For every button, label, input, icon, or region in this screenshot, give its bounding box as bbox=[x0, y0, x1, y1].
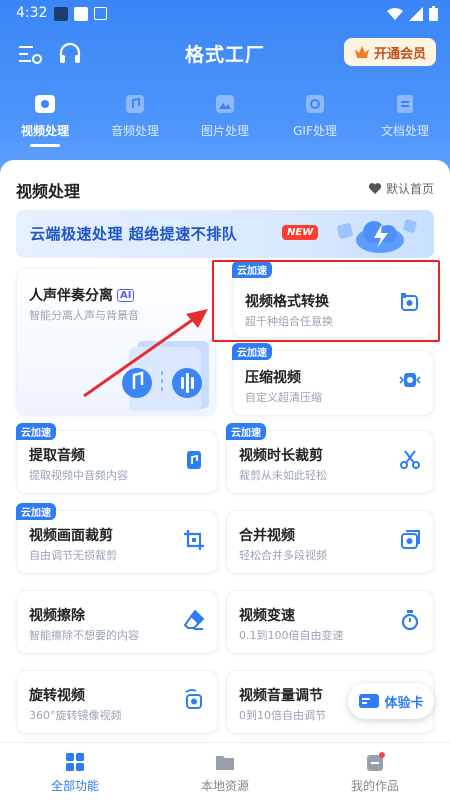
audio-icon bbox=[126, 95, 144, 113]
tab-label: 视频处理 bbox=[20, 124, 69, 138]
tool-card-rotate[interactable]: 旋转视频 360°旋转镜像视频 bbox=[16, 670, 218, 734]
tab-document[interactable]: 文档处理 bbox=[360, 92, 450, 139]
notification-icon bbox=[54, 7, 68, 21]
tool-title: 视频画面裁剪 bbox=[29, 528, 113, 544]
status-time: 4:32 bbox=[16, 5, 48, 21]
tab-label: 文档处理 bbox=[380, 124, 429, 138]
nav-my-works[interactable]: 我的作品 bbox=[300, 751, 450, 794]
highlight-box bbox=[212, 260, 440, 342]
video-icon bbox=[35, 95, 55, 113]
trial-card-button[interactable]: 体验卡 bbox=[348, 683, 434, 719]
vip-button-label: 开通会员 bbox=[373, 46, 426, 62]
nav-all-features[interactable]: 全部功能 bbox=[0, 751, 150, 794]
tool-title: 旋转视频 bbox=[29, 688, 85, 704]
battery-icon bbox=[429, 6, 438, 21]
compress-icon bbox=[399, 373, 421, 387]
app-notification-icon bbox=[94, 7, 107, 20]
section-title: 视频处理 bbox=[16, 182, 81, 201]
cloud-accel-badge: 云加速 bbox=[16, 423, 56, 440]
gif-icon bbox=[306, 95, 324, 113]
image-icon bbox=[216, 95, 234, 113]
crown-icon bbox=[354, 46, 369, 58]
status-bar: 4:32 bbox=[0, 0, 450, 28]
tool-title: 视频变速 bbox=[239, 608, 295, 624]
trial-card-label: 体验卡 bbox=[384, 695, 424, 711]
rotate-video-icon bbox=[185, 689, 202, 709]
cloud-promo-banner[interactable]: 云端极速处理 超绝提速不排队 NEW bbox=[16, 210, 434, 258]
vip-button[interactable]: 开通会员 bbox=[343, 38, 436, 66]
folder-icon bbox=[216, 756, 234, 770]
tool-subtitle: 0到10倍自由调节 bbox=[239, 709, 326, 722]
category-tabs: 视频处理 音频处理 图片处理 GIF处理 文档处理 bbox=[0, 92, 450, 152]
stopwatch-icon bbox=[401, 610, 419, 631]
scissors-icon bbox=[400, 450, 420, 469]
document-icon bbox=[397, 95, 413, 113]
crop-icon bbox=[184, 530, 204, 550]
merge-video-icon bbox=[401, 530, 420, 549]
wifi-icon bbox=[387, 7, 403, 20]
notification-icon bbox=[74, 7, 88, 21]
cloud-accel-badge: 云加速 bbox=[16, 503, 56, 520]
tool-card-trim-duration[interactable]: 云加速 视频时长裁剪 裁剪从未如此轻松 bbox=[226, 423, 434, 494]
cloud-accel-badge: 云加速 bbox=[226, 423, 266, 440]
tool-subtitle: 提取视频中音频内容 bbox=[29, 469, 128, 482]
tool-subtitle: 0.1到100倍自由变速 bbox=[239, 629, 344, 642]
heart-icon bbox=[368, 183, 382, 194]
tab-video[interactable]: 视频处理 bbox=[0, 92, 90, 147]
tab-label: GIF处理 bbox=[293, 124, 337, 138]
tab-label: 音频处理 bbox=[110, 124, 159, 138]
tool-subtitle: 裁剪从未如此轻松 bbox=[239, 469, 327, 482]
tool-title: 视频音量调节 bbox=[239, 688, 323, 704]
tab-label: 图片处理 bbox=[200, 124, 249, 138]
tool-subtitle: 自定义超清压缩 bbox=[245, 391, 322, 404]
banner-text: 云端极速处理 超绝提速不排队 bbox=[30, 225, 238, 243]
bottom-navigation: 全部功能 本地资源 我的作品 bbox=[0, 742, 450, 800]
app-toolbar: 格式工厂 开通会员 bbox=[0, 32, 450, 76]
signal-icon bbox=[409, 6, 423, 21]
cloud-accel-badge: 云加速 bbox=[232, 343, 272, 360]
extract-audio-icon bbox=[187, 451, 201, 469]
new-badge: NEW bbox=[282, 225, 319, 240]
nav-local-files[interactable]: 本地资源 bbox=[150, 751, 300, 794]
works-icon bbox=[367, 752, 385, 771]
tool-subtitle: 自由调节无损裁剪 bbox=[29, 549, 117, 562]
tool-card-erase[interactable]: 视频擦除 智能擦除不想要的内容 bbox=[16, 590, 218, 654]
active-tab-indicator bbox=[30, 144, 60, 147]
tab-gif[interactable]: GIF处理 bbox=[270, 92, 360, 139]
nav-label: 全部功能 bbox=[50, 779, 99, 793]
grid-icon bbox=[66, 753, 84, 771]
tool-card-speed[interactable]: 视频变速 0.1到100倍自由变速 bbox=[226, 590, 434, 654]
tool-title: 视频擦除 bbox=[29, 608, 85, 624]
nav-label: 我的作品 bbox=[350, 779, 399, 793]
tool-title: 视频时长裁剪 bbox=[239, 448, 323, 464]
tab-image[interactable]: 图片处理 bbox=[180, 92, 270, 139]
tool-card-extract-audio[interactable]: 云加速 提取音频 提取视频中音频内容 bbox=[16, 423, 218, 494]
annotation-arrow bbox=[83, 309, 208, 398]
cloud-lightning-icon bbox=[337, 219, 417, 253]
eraser-icon bbox=[183, 609, 205, 630]
membership-card-icon bbox=[359, 694, 380, 708]
tool-subtitle: 智能擦除不想要的内容 bbox=[29, 629, 139, 642]
tool-subtitle: 360°旋转镜像视频 bbox=[29, 709, 122, 722]
tool-title: 合并视频 bbox=[239, 528, 295, 544]
default-home-label: 默认首页 bbox=[385, 182, 434, 196]
default-home-toggle[interactable]: 默认首页 bbox=[368, 180, 434, 197]
tool-card-crop-frame[interactable]: 云加速 视频画面裁剪 自由调节无损裁剪 bbox=[16, 503, 218, 574]
tool-card-compress[interactable]: 云加速 压缩视频 自定义超清压缩 bbox=[232, 343, 434, 416]
tool-title: 压缩视频 bbox=[245, 370, 301, 386]
tool-subtitle: 轻松合并多段视频 bbox=[239, 549, 327, 562]
tool-title: 提取音频 bbox=[29, 448, 85, 464]
nav-label: 本地资源 bbox=[200, 779, 249, 793]
tool-card-merge[interactable]: 合并视频 轻松合并多段视频 bbox=[226, 510, 434, 574]
tab-audio[interactable]: 音频处理 bbox=[90, 92, 180, 139]
